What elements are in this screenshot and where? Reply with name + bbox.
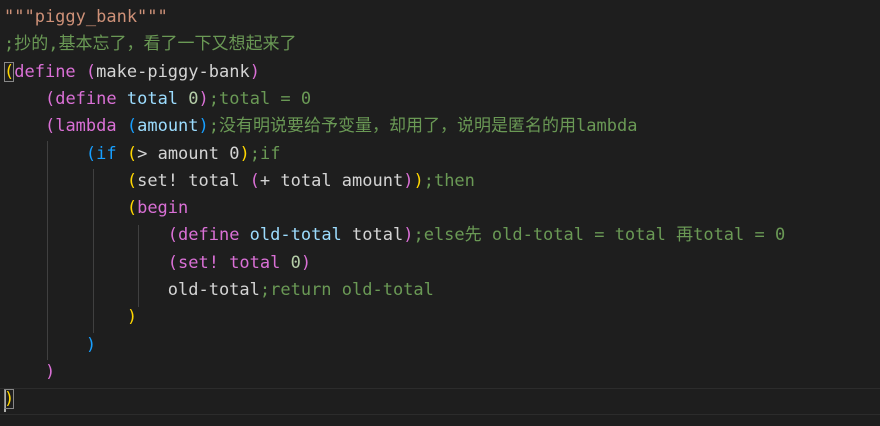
code-line-content: ) xyxy=(4,359,55,386)
code-line-content: (lambda (amount);没有明说要给予变量，却用了，说明是匿名的用la… xyxy=(4,113,637,140)
code-token: 0 xyxy=(290,252,301,273)
code-line-content: ) xyxy=(4,386,15,413)
code-token: set! total xyxy=(137,170,250,191)
bracket-token: ( xyxy=(44,88,56,109)
bracket-token: ) xyxy=(413,170,424,191)
code-line[interactable]: (set! total (+ total amount));then xyxy=(0,168,880,195)
bracket-token: define xyxy=(55,88,127,109)
bracket-token: begin xyxy=(137,198,189,219)
bracket-token: ) xyxy=(198,116,209,137)
bracket-token: ( xyxy=(249,170,260,191)
code-token: old-total xyxy=(167,280,260,300)
bracket-token: ) xyxy=(300,252,312,273)
bracket-token: ( xyxy=(126,198,138,219)
code-line[interactable]: (define total 0);total = 0 xyxy=(0,86,880,113)
bracket-token: ( xyxy=(126,170,138,191)
code-token: make-piggy-bank xyxy=(96,61,250,82)
code-token: ;抄的,基本忘了，看了一下又想起来了 xyxy=(4,34,297,55)
bracket-token: ( xyxy=(44,116,56,137)
code-token: ;没有明说要给予变量，却用了，说明是匿名的用lambda xyxy=(208,116,638,137)
code-line[interactable]: ) xyxy=(0,332,880,359)
code-token: + total amount xyxy=(259,170,404,191)
code-token: ;then xyxy=(423,170,475,191)
bracket-token: ) xyxy=(126,307,138,328)
bracket-token: ) xyxy=(249,61,260,82)
bracket-token: ) xyxy=(198,88,209,109)
code-line-content: (set! total (+ total amount));then xyxy=(4,168,475,195)
code-line-content: """piggy_bank""" xyxy=(4,4,168,31)
code-line[interactable]: ;抄的,基本忘了，看了一下又想起来了 xyxy=(0,31,880,58)
code-token: amount xyxy=(137,116,199,137)
code-line-content: (begin xyxy=(4,195,188,222)
bracket-token: ( xyxy=(126,143,138,164)
bracket-token: ) xyxy=(239,143,250,164)
code-token: > amount 0 xyxy=(137,143,240,164)
bracket-token: if xyxy=(96,143,127,164)
code-line[interactable]: (define old-total total);else先 old-total… xyxy=(0,222,880,249)
code-line-content: ) xyxy=(4,332,96,359)
code-line[interactable]: ) xyxy=(0,386,880,413)
code-line[interactable]: old-total;return old-total xyxy=(0,277,880,304)
code-token: total xyxy=(126,88,189,109)
bracket-token: ( xyxy=(126,116,138,137)
code-token: ;total = 0 xyxy=(208,88,312,109)
code-line[interactable]: (set! total 0) xyxy=(0,250,880,277)
bracket-token: ( xyxy=(4,61,15,82)
code-line-content: (define total 0);total = 0 xyxy=(4,86,311,113)
bracket-token: ( xyxy=(85,143,97,164)
bracket-token: set! total xyxy=(178,252,291,273)
code-token: old-total xyxy=(249,225,353,246)
code-token: ;return old-total xyxy=(259,280,434,300)
bracket-token: ) xyxy=(403,170,414,191)
code-line-content: ) xyxy=(4,304,137,331)
bracket-token: ( xyxy=(167,252,179,273)
code-line[interactable]: (begin xyxy=(0,195,880,222)
code-token: 0 xyxy=(188,88,199,109)
bracket-token: define xyxy=(178,225,250,246)
code-line[interactable]: ) xyxy=(0,304,880,331)
bracket-token: ( xyxy=(85,61,97,82)
code-line[interactable]: (define (make-piggy-bank) xyxy=(0,59,880,86)
bracket-token: define xyxy=(14,61,86,82)
bracket-token: ) xyxy=(4,389,15,410)
code-token: ;else先 old-total = total 再total = 0 xyxy=(413,225,786,246)
code-line[interactable]: ) xyxy=(0,359,880,386)
code-line-content: (define (make-piggy-bank) xyxy=(4,59,260,86)
code-line-content: ;抄的,基本忘了，看了一下又想起来了 xyxy=(4,31,296,58)
bracket-token: lambda xyxy=(55,116,127,137)
code-line[interactable]: (if (> amount 0);if xyxy=(0,141,880,168)
code-line-content: (set! total 0) xyxy=(4,250,311,277)
code-token: """piggy_bank""" xyxy=(4,7,168,27)
bracket-token: ) xyxy=(403,225,414,246)
code-line-content: (define old-total total);else先 old-total… xyxy=(4,222,785,249)
code-line-content: old-total;return old-total xyxy=(4,277,434,304)
code-token: total xyxy=(352,225,404,246)
code-editor[interactable]: """piggy_bank""" ;抄的,基本忘了，看了一下又想起来了 (defin… xyxy=(0,0,880,426)
code-token: ;if xyxy=(249,143,281,164)
bracket-token: ) xyxy=(44,361,56,382)
bracket-token: ( xyxy=(167,225,179,246)
bracket-token: ) xyxy=(85,334,97,355)
code-line-content: (if (> amount 0);if xyxy=(4,141,281,168)
code-line[interactable]: (lambda (amount);没有明说要给予变量，却用了，说明是匿名的用la… xyxy=(0,113,880,140)
code-line[interactable]: """piggy_bank""" xyxy=(0,4,880,31)
